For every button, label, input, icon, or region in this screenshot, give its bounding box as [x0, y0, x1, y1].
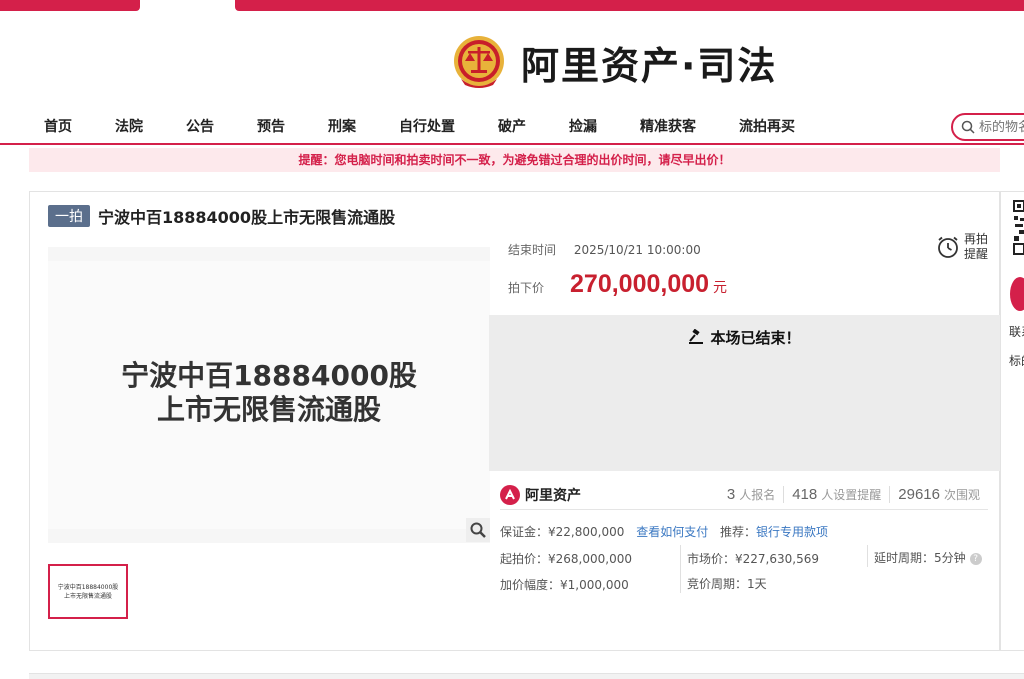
start-price-value: ¥268,000,000 [548, 552, 632, 566]
detail-divider-1 [680, 545, 681, 593]
nav-item-rebuy[interactable]: 流拍再买 [739, 116, 795, 136]
court-emblem-icon [454, 36, 504, 88]
market-price-label: 市场价： [687, 552, 736, 566]
nav-item-self-disposal[interactable]: 自行处置 [399, 116, 455, 136]
reminder-count-value: 418 [792, 486, 818, 503]
bid-period-value: 1天 [747, 577, 767, 591]
stats-bar: 阿里资产 3 人报名 418 人设置提醒 29616 次围观 [500, 480, 988, 510]
main-image-caption: 宁波中百18884000股 上市无限售流通股 [48, 359, 490, 427]
auction-card: 一拍 宁波中百18884000股上市无限售流通股 宁波中百18884000股 上… [29, 191, 1000, 651]
relist-reminder-button[interactable]: 再拍 提醒 [936, 232, 990, 262]
bid-period-label: 竞价周期： [687, 577, 748, 591]
thumb-line-1: 宁波中百18884000股 [57, 584, 119, 591]
view-count-label: 次围观 [943, 488, 980, 502]
signup-count: 3 人报名 [719, 486, 783, 503]
end-time-value: 2025/10/21 10:00:00 [573, 243, 701, 257]
search-icon [961, 120, 975, 134]
nav-item-criminal[interactable]: 刑案 [328, 116, 356, 136]
market-price-row: 市场价：¥227,630,569 [687, 550, 819, 567]
gavel-icon [689, 328, 704, 344]
final-price-value: 270,000,000 [570, 270, 710, 298]
top-accent-bar-right [235, 0, 1024, 11]
nav-item-court[interactable]: 法院 [115, 116, 143, 136]
top-accent-bar-left [0, 0, 140, 11]
auction-ended-message: 本场已结束！ [489, 327, 1000, 348]
ali-assets-brand[interactable]: 阿里资产 [500, 484, 581, 505]
time-mismatch-notice: 提醒：您电脑时间和拍卖时间不一致，为避免错过合理的出价时间，请尽早出价！ [29, 148, 1000, 172]
alarm-clock-icon [938, 236, 958, 258]
brand-name: 阿里资产 [525, 487, 581, 504]
auction-ended-text: 本场已结束！ [710, 329, 801, 347]
view-count: 29616 次围观 [889, 486, 988, 503]
logo-text: 阿里资产·司法 [521, 43, 778, 88]
signup-count-value: 3 [726, 486, 736, 503]
next-section-edge [29, 673, 1024, 679]
item-title: 宁波中百18884000股上市无限售流通股 [98, 208, 396, 227]
zoom-button[interactable] [466, 518, 490, 542]
delay-period-row: 延时周期：5分钟? [874, 549, 982, 566]
increment-label: 加价幅度： [500, 578, 561, 592]
stat-counters: 3 人报名 418 人设置提醒 29616 次围观 [719, 486, 988, 503]
bank-payment-link[interactable]: 银行专用款项 [756, 525, 828, 539]
help-icon[interactable]: ? [969, 552, 982, 565]
remind-line-2: 提醒 [964, 247, 989, 261]
search-box[interactable] [951, 113, 1024, 141]
right-side-panel: 联系 标的 [1000, 191, 1024, 651]
nav-item-precise-customer[interactable]: 精准获客 [640, 116, 696, 136]
ali-assets-logo-icon [500, 484, 520, 505]
start-price-row: 起拍价：¥268,000,000 [500, 550, 632, 567]
caption-line-1: 宁波中百18884000股 [121, 359, 417, 392]
caption-line-2: 上市无限售流通股 [156, 393, 381, 426]
final-price-label: 拍下价 [508, 281, 545, 295]
detail-divider-2 [867, 545, 868, 567]
remind-line-1: 再拍 [964, 232, 989, 246]
nav-item-preview[interactable]: 预告 [257, 116, 285, 136]
auction-round-tag: 一拍 [48, 205, 90, 227]
increment-row: 加价幅度：¥1,000,000 [500, 576, 629, 593]
thumb-line-2: 上市无限售流通股 [63, 593, 112, 600]
delay-period-value: 5分钟 [934, 551, 966, 565]
deposit-label: 保证金： [500, 525, 549, 539]
relist-reminder-label: 再拍 提醒 [964, 232, 990, 262]
title-row: 一拍 宁波中百18884000股上市无限售流通股 [48, 204, 395, 228]
start-price-label: 起拍价： [500, 552, 549, 566]
nav-item-announcement[interactable]: 公告 [186, 116, 214, 136]
increment-value: ¥1,000,000 [560, 578, 629, 592]
main-image[interactable]: 宁波中百18884000股 上市无限售流通股 [48, 247, 490, 543]
final-price-row: 拍下价 270,000,000 元 [508, 270, 727, 299]
how-to-pay-link[interactable]: 查看如何支付 [636, 525, 708, 539]
item-info-label: 标的 [1009, 354, 1024, 368]
reminder-count: 418 人设置提醒 [783, 486, 889, 503]
magnifier-icon [470, 522, 486, 538]
reminder-count-label: 人设置提醒 [821, 488, 882, 502]
search-input[interactable] [979, 119, 1024, 135]
delay-period-label: 延时周期： [874, 551, 935, 565]
nav-item-bankruptcy[interactable]: 破产 [498, 116, 526, 136]
deposit-row: 保证金：¥22,800,000 查看如何支付 推荐：银行专用款项 [500, 523, 828, 540]
auction-ended-panel: 本场已结束！ [489, 315, 1000, 471]
final-price-unit: 元 [713, 280, 728, 296]
bid-period-row: 竞价周期：1天 [687, 575, 767, 592]
main-nav: 首页 法院 公告 预告 刑案 自行处置 破产 捡漏 精准获客 流拍再买 [0, 105, 1024, 145]
recommend-label: 推荐： [720, 525, 757, 539]
deposit-value: ¥22,800,000 [548, 525, 625, 539]
market-price-value: ¥227,630,569 [735, 552, 819, 566]
contact-label[interactable]: 联系 [1009, 323, 1024, 340]
signup-count-label: 人报名 [739, 488, 776, 502]
image-thumbnail[interactable]: 宁波中百18884000股 上市无限售流通股 [48, 564, 128, 619]
nav-item-bargain[interactable]: 捡漏 [569, 116, 597, 136]
qr-code-icon[interactable] [1013, 200, 1024, 255]
site-logo[interactable]: 阿里资产·司法 [453, 33, 777, 91]
court-emblem-small-icon [1010, 277, 1024, 311]
end-time-row: 结束时间 2025/10/21 10:00:00 [508, 241, 701, 258]
view-count-value: 29616 [898, 486, 940, 503]
nav-item-home[interactable]: 首页 [44, 116, 72, 136]
end-time-label: 结束时间 [508, 243, 557, 257]
